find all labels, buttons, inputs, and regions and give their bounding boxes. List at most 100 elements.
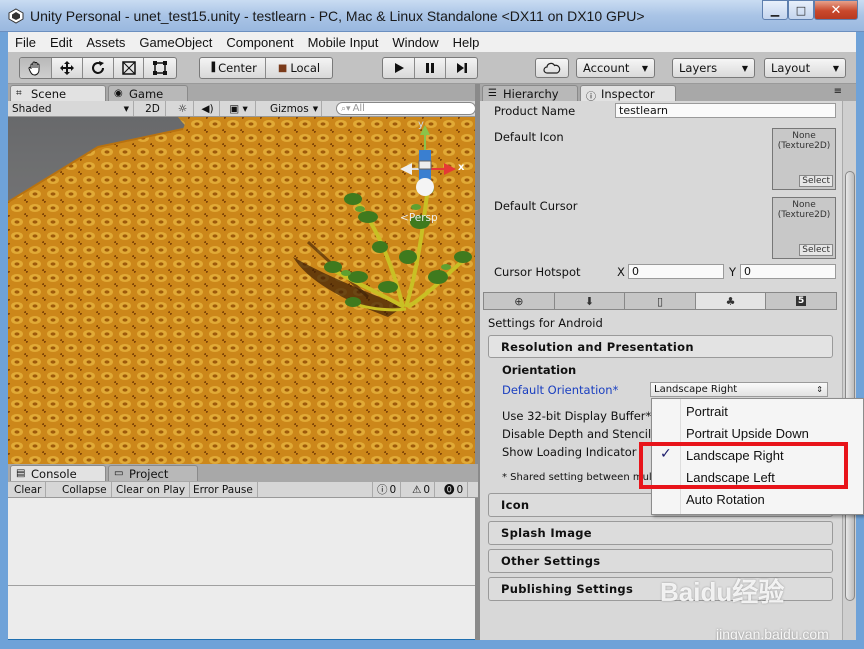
menu-file[interactable]: File <box>8 35 43 50</box>
default-icon-none: None (Texture2D) <box>777 131 831 151</box>
maximize-button[interactable]: □ <box>788 0 814 20</box>
window-frame-bottom <box>0 640 864 649</box>
minimize-button[interactable]: ▁ <box>762 0 788 20</box>
window-frame-right <box>856 32 864 642</box>
warning-count: 0 <box>423 483 431 496</box>
cloud-button[interactable] <box>535 58 569 78</box>
rotate-icon <box>92 61 104 74</box>
resolution-section-header[interactable]: Resolution and Presentation <box>488 335 833 358</box>
rotate-tool-button[interactable] <box>83 58 114 78</box>
account-label: Account <box>583 61 630 75</box>
scene-tab-icon: ⌗ <box>16 88 22 99</box>
default-icon-label: Default Icon <box>494 130 564 144</box>
menu-bar: File Edit Assets GameObject Component Mo… <box>8 32 856 52</box>
console-info-toggle[interactable]: ⓘ 0 <box>372 482 402 497</box>
menu-gameobject[interactable]: GameObject <box>132 35 219 50</box>
shading-mode-dropdown[interactable]: Shaded ▼ <box>8 101 134 116</box>
default-icon-select-button[interactable]: Select <box>799 175 833 187</box>
scene-view-toolbar: Shaded ▼ 2D ☼ ◀) ▣ ▾ Gizmos ▼ ⌕▾ All <box>8 101 478 117</box>
platform-tab-ios[interactable]: ▯ <box>625 293 696 309</box>
close-button[interactable]: ✕ <box>814 0 858 20</box>
hand-icon <box>28 61 40 76</box>
console-collapse-button[interactable]: Collapse <box>58 482 112 497</box>
warning-icon: ⚠ <box>412 483 422 496</box>
scale-tool-button[interactable] <box>114 58 145 78</box>
resolution-section-label: Resolution and Presentation <box>501 339 694 354</box>
layers-dropdown[interactable]: Layers ▼ <box>672 58 755 78</box>
other-settings-section-header[interactable]: Other Settings <box>488 549 833 573</box>
speaker-icon: ◀) <box>201 102 214 115</box>
effects-dropdown[interactable]: ▣ ▾ <box>222 101 256 116</box>
console-log-area[interactable] <box>8 498 475 639</box>
download-arrow-icon: ⬇ <box>584 294 594 308</box>
default-cursor-slot[interactable]: None (Texture2D) Select <box>772 197 836 259</box>
gizmos-dropdown[interactable]: Gizmos ▼ <box>266 101 322 116</box>
platform-tab-standalone[interactable]: ⊕ <box>484 293 555 309</box>
rect-tool-icon <box>153 61 168 75</box>
panel-menu-icon[interactable]: ≡ <box>834 86 842 97</box>
console-error-toggle[interactable]: ⓿0 <box>440 482 469 497</box>
tab-console[interactable]: ▤ Console <box>10 465 106 481</box>
rect-tool-button[interactable] <box>144 58 176 78</box>
tab-scene-label: Scene <box>31 86 67 101</box>
hotspot-y-input[interactable]: 0 <box>740 264 836 279</box>
console-warning-toggle[interactable]: ⚠ 0 <box>408 482 436 497</box>
pivot-local-label: Local <box>290 61 321 75</box>
pause-button[interactable] <box>415 58 446 78</box>
collapse-label: Collapse <box>62 483 107 496</box>
console-divider[interactable] <box>8 585 475 586</box>
tab-inspector[interactable]: ⓘ Inspector <box>580 85 676 103</box>
default-icon-slot[interactable]: None (Texture2D) Select <box>772 128 836 190</box>
move-tool-button[interactable] <box>52 58 84 78</box>
baidu-watermark: Baidu经验 <box>660 577 785 607</box>
platform-tab-webgl[interactable]: 5 <box>766 293 836 309</box>
menu-mobile-input[interactable]: Mobile Input <box>301 35 386 50</box>
tab-scene[interactable]: ⌗ Scene <box>10 85 106 101</box>
hand-tool-button[interactable] <box>20 58 52 78</box>
image-icon: ▣ ▾ <box>229 102 248 115</box>
game-tab-icon: ◉ <box>114 88 123 99</box>
platform-tab-webplayer[interactable]: ⬇ <box>555 293 626 309</box>
menu-window[interactable]: Window <box>385 35 445 50</box>
scrollbar-thumb[interactable] <box>845 171 855 601</box>
pivot-icon: ▐ <box>208 63 216 73</box>
play-controls <box>382 57 478 79</box>
orientation-option-portrait-upside-down[interactable]: Portrait Upside Down <box>686 426 809 441</box>
scene-viewport[interactable]: y x <Persp <box>8 117 475 464</box>
scene-search-input[interactable]: ⌕▾ All <box>336 102 476 115</box>
default-cursor-select-button[interactable]: Select <box>799 244 833 256</box>
console-clear-on-play-button[interactable]: Clear on Play <box>112 482 191 497</box>
menu-assets[interactable]: Assets <box>79 35 132 50</box>
account-dropdown[interactable]: Account ▼ <box>576 58 655 78</box>
splash-image-section-label: Splash Image <box>501 526 592 540</box>
hierarchy-icon: ☰ <box>488 88 497 99</box>
orientation-option-portrait[interactable]: Portrait <box>686 404 728 419</box>
error-icon: ⓿ <box>444 484 455 496</box>
tab-game[interactable]: ◉ Game <box>108 85 188 101</box>
splash-image-section-header[interactable]: Splash Image <box>488 521 833 545</box>
platform-tab-android[interactable]: ♣ <box>695 293 767 309</box>
inspector-scrollbar[interactable] <box>842 101 856 640</box>
product-name-input[interactable]: testlearn <box>615 103 836 118</box>
scale-icon <box>121 61 136 75</box>
toggle-2d-button[interactable]: 2D <box>140 101 166 116</box>
orientation-option-auto-rotation[interactable]: Auto Rotation <box>686 492 765 507</box>
layout-dropdown[interactable]: Layout ▼ <box>764 58 846 78</box>
default-orientation-dropdown[interactable]: Landscape Right ⇕ <box>650 382 828 397</box>
tab-hierarchy[interactable]: ☰ Hierarchy <box>482 85 578 101</box>
pivot-toggles: ▐ Center ■ Local <box>199 57 333 79</box>
tab-project[interactable]: ▭ Project <box>108 465 198 481</box>
pivot-center-button[interactable]: ▐ Center <box>200 58 266 78</box>
shared-setting-note: * Shared setting between mul <box>502 472 652 483</box>
step-button[interactable] <box>446 58 477 78</box>
console-clear-button[interactable]: Clear <box>10 482 47 497</box>
console-error-pause-button[interactable]: Error Pause <box>189 482 258 497</box>
play-button[interactable] <box>383 58 415 78</box>
pivot-local-button[interactable]: ■ Local <box>266 58 332 78</box>
menu-help[interactable]: Help <box>446 35 487 50</box>
menu-edit[interactable]: Edit <box>43 35 79 50</box>
hotspot-x-input[interactable]: 0 <box>628 264 724 279</box>
audio-toggle[interactable]: ◀) <box>196 101 220 116</box>
menu-component[interactable]: Component <box>219 35 300 50</box>
lighting-toggle[interactable]: ☼ <box>172 101 194 116</box>
